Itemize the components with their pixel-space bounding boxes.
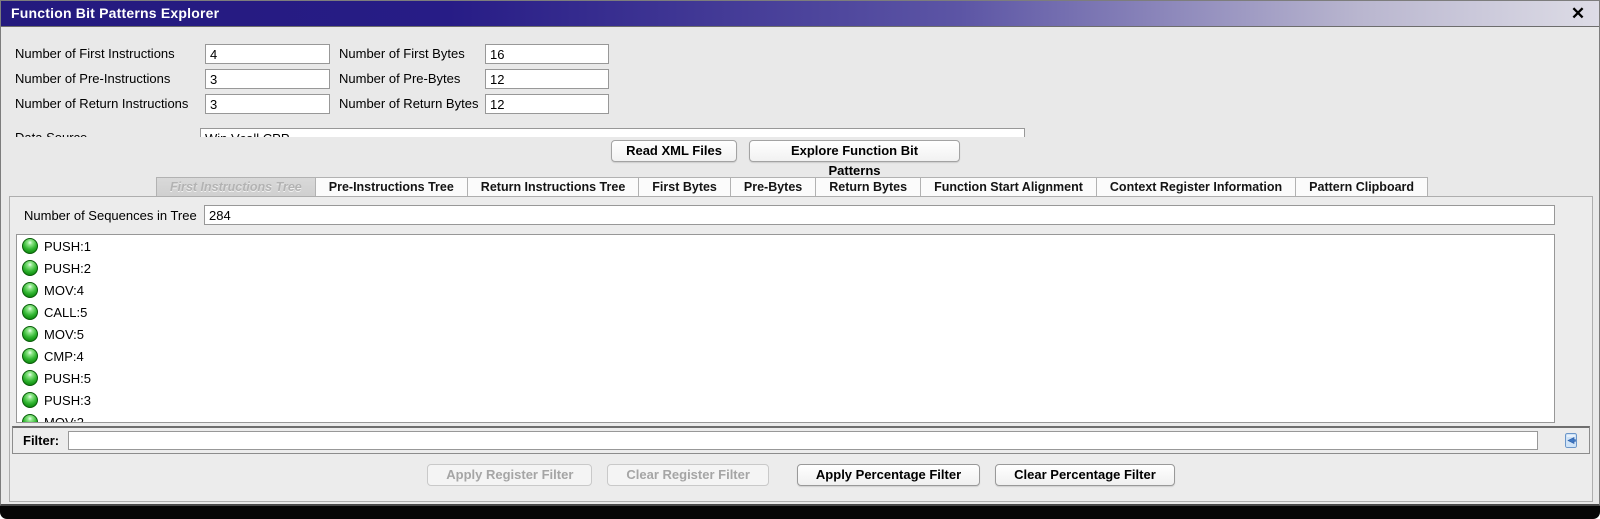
tree-item[interactable]: PUSH:3 bbox=[17, 389, 1554, 411]
sequences-count-input[interactable] bbox=[204, 205, 1555, 225]
green-sphere-icon bbox=[22, 370, 38, 386]
apply-register-filter-button[interactable]: Apply Register Filter bbox=[427, 464, 592, 486]
tab-return-instructions-tree[interactable]: Return Instructions Tree bbox=[468, 178, 639, 197]
tab-pre-bytes[interactable]: Pre-Bytes bbox=[731, 178, 816, 197]
return-bytes-label: Number of Return Bytes bbox=[339, 96, 478, 111]
clear-register-filter-button[interactable]: Clear Register Filter bbox=[607, 464, 769, 486]
clear-percentage-filter-button[interactable]: Clear Percentage Filter bbox=[995, 464, 1175, 486]
tab-pre-instructions-tree[interactable]: Pre-Instructions Tree bbox=[316, 178, 468, 197]
green-sphere-icon bbox=[22, 238, 38, 254]
green-sphere-icon bbox=[22, 260, 38, 276]
form-row-return: Number of Return Instructions Number of … bbox=[1, 94, 1101, 114]
return-instructions-label: Number of Return Instructions bbox=[15, 96, 188, 111]
explore-function-bit-patterns-button[interactable]: Explore Function Bit Patterns bbox=[749, 140, 960, 162]
pre-instructions-label: Number of Pre-Instructions bbox=[15, 71, 170, 86]
first-bytes-label: Number of First Bytes bbox=[339, 46, 465, 61]
tree-item-label: MOV:5 bbox=[44, 327, 84, 342]
sequences-row: Number of Sequences in Tree bbox=[10, 205, 1592, 226]
instruction-tree-list: PUSH:1 PUSH:2 MOV:4 CALL:5 MOV:5 CMP:4 bbox=[16, 234, 1555, 423]
form-row-pre: Number of Pre-Instructions Number of Pre… bbox=[1, 69, 1101, 89]
sequences-label: Number of Sequences in Tree bbox=[24, 208, 197, 223]
tree-item-label: PUSH:1 bbox=[44, 239, 91, 254]
tree-item[interactable]: PUSH:5 bbox=[17, 367, 1554, 389]
pre-bytes-input[interactable] bbox=[485, 69, 609, 89]
first-bytes-input[interactable] bbox=[485, 44, 609, 64]
return-instructions-input[interactable] bbox=[205, 94, 330, 114]
window-title: Function Bit Patterns Explorer bbox=[11, 5, 219, 21]
tree-item[interactable]: MOV:5 bbox=[17, 323, 1554, 345]
function-bit-patterns-explorer-window: Function Bit Patterns Explorer ✕ Number … bbox=[0, 0, 1600, 506]
close-icon[interactable]: ✕ bbox=[1567, 3, 1589, 25]
green-sphere-icon bbox=[22, 348, 38, 364]
pre-bytes-label: Number of Pre-Bytes bbox=[339, 71, 460, 86]
green-sphere-icon bbox=[22, 304, 38, 320]
screen-bottom-strip bbox=[0, 506, 1600, 519]
tab-first-bytes[interactable]: First Bytes bbox=[639, 178, 731, 197]
form-row-first: Number of First Instructions Number of F… bbox=[1, 44, 1101, 64]
tree-item-label: PUSH:2 bbox=[44, 261, 91, 276]
tabstrip: First Instructions Tree Pre-Instructions… bbox=[156, 177, 1428, 196]
apply-percentage-filter-button[interactable]: Apply Percentage Filter bbox=[797, 464, 980, 486]
green-sphere-icon bbox=[22, 392, 38, 408]
tree-item-label: MOV:2 bbox=[44, 415, 84, 424]
filter-options-icon[interactable] bbox=[1562, 432, 1579, 449]
pre-instructions-input[interactable] bbox=[205, 69, 330, 89]
tree-item[interactable]: PUSH:1 bbox=[17, 235, 1554, 257]
tab-function-start-alignment[interactable]: Function Start Alignment bbox=[921, 178, 1097, 197]
filter-input[interactable] bbox=[68, 431, 1538, 450]
first-instructions-tree-panel: Number of Sequences in Tree PUSH:1 PUSH:… bbox=[9, 196, 1593, 502]
tree-item-label: PUSH:5 bbox=[44, 371, 91, 386]
first-instructions-label: Number of First Instructions bbox=[15, 46, 175, 61]
tree-item[interactable]: CALL:5 bbox=[17, 301, 1554, 323]
data-source-label: Data Source bbox=[15, 130, 87, 137]
titlebar: Function Bit Patterns Explorer ✕ bbox=[1, 1, 1599, 27]
return-bytes-input[interactable] bbox=[485, 94, 609, 114]
filter-label: Filter: bbox=[23, 433, 59, 448]
tree-item-label: CALL:5 bbox=[44, 305, 87, 320]
first-instructions-input[interactable] bbox=[205, 44, 330, 64]
tree-item-label: MOV:4 bbox=[44, 283, 84, 298]
tab-context-register-information[interactable]: Context Register Information bbox=[1097, 178, 1296, 197]
tree-item-label: PUSH:3 bbox=[44, 393, 91, 408]
tab-first-instructions-tree[interactable]: First Instructions Tree bbox=[157, 178, 316, 197]
tree-item[interactable]: CMP:4 bbox=[17, 345, 1554, 367]
data-source-input[interactable] bbox=[200, 128, 1025, 137]
data-source-row-clipped: Data Source bbox=[1, 128, 1041, 137]
tree-item[interactable]: MOV:2 bbox=[17, 411, 1554, 423]
tree-item-label: CMP:4 bbox=[44, 349, 84, 364]
tab-pattern-clipboard[interactable]: Pattern Clipboard bbox=[1296, 178, 1428, 197]
green-sphere-icon bbox=[22, 326, 38, 342]
green-sphere-icon bbox=[22, 414, 38, 423]
tab-return-bytes[interactable]: Return Bytes bbox=[816, 178, 921, 197]
tree-item[interactable]: PUSH:2 bbox=[17, 257, 1554, 279]
read-xml-files-button[interactable]: Read XML Files bbox=[611, 140, 737, 162]
tree-item[interactable]: MOV:4 bbox=[17, 279, 1554, 301]
filter-button-row: Apply Register Filter Clear Register Fil… bbox=[10, 464, 1592, 488]
green-sphere-icon bbox=[22, 282, 38, 298]
filter-bar: Filter: bbox=[12, 426, 1590, 454]
